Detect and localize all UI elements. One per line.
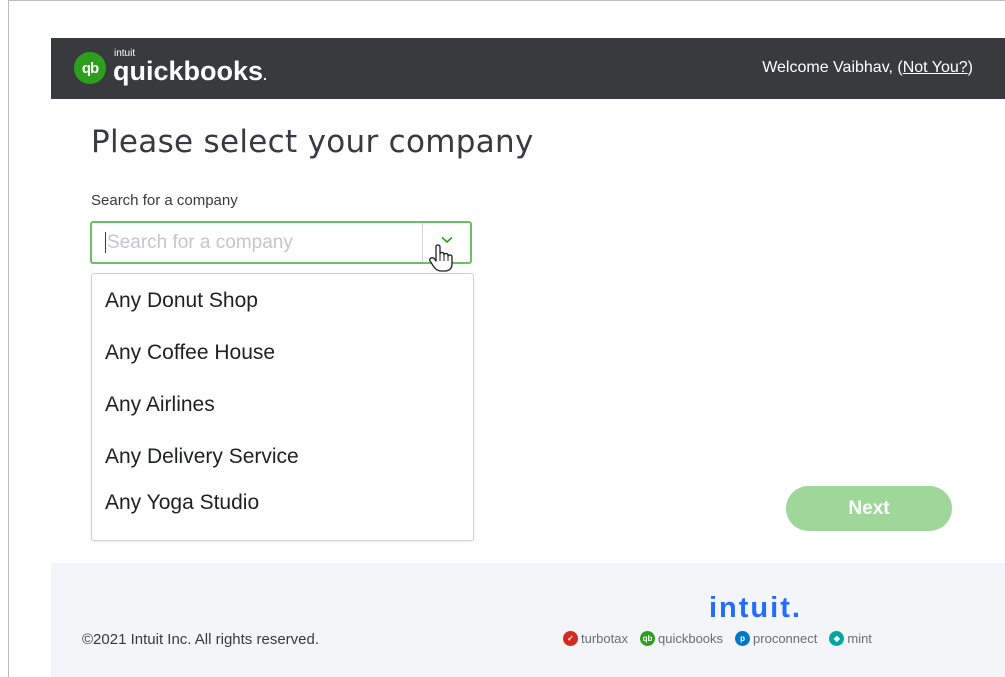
- brand-proconnect: p proconnect: [735, 631, 817, 646]
- company-option[interactable]: Any Coffee House: [105, 341, 275, 365]
- welcome-message: Welcome Vaibhav, (Not You?): [762, 59, 973, 76]
- company-option[interactable]: Any Donut Shop: [105, 289, 258, 313]
- brand-mint: ◆ mint: [829, 631, 872, 646]
- mint-leaf-icon: ◆: [829, 631, 845, 646]
- footer: [51, 563, 1005, 677]
- brand-name: quickbooks.: [113, 56, 267, 86]
- brand-quickbooks: qb quickbooks: [639, 631, 723, 646]
- not-you-link[interactable]: Not You?: [903, 59, 968, 76]
- brand-turbotax: ✓ turbotax: [563, 631, 628, 646]
- turbotax-check-icon: ✓: [563, 631, 578, 646]
- header-bar: qb intuit quickbooks. Welcome Vaibhav, (…: [51, 38, 1005, 99]
- hand-pointer-cursor-icon: [429, 244, 453, 272]
- copyright-text: ©2021 Intuit Inc. All rights reserved.: [82, 631, 320, 648]
- window-border-left: [8, 0, 9, 677]
- company-search-combobox[interactable]: [90, 221, 472, 264]
- window-border-top: [8, 0, 1005, 1]
- quickbooks-logo-icon: qb: [74, 52, 106, 84]
- quickbooks-icon: qb: [639, 631, 655, 646]
- company-option[interactable]: Any Delivery Service: [105, 445, 299, 469]
- company-search-input[interactable]: [104, 223, 417, 262]
- company-option[interactable]: Any Airlines: [105, 393, 215, 417]
- search-label: Search for a company: [91, 192, 238, 209]
- brand-family-list: ✓ turbotax qb quickbooks p proconnect ◆ …: [563, 631, 872, 646]
- text-caret: [105, 232, 106, 253]
- page-title: Please select your company: [91, 124, 534, 160]
- next-button[interactable]: Next: [786, 486, 952, 531]
- company-option[interactable]: Any Yoga Studio: [105, 491, 259, 515]
- company-dropdown-list: Any Donut Shop Any Coffee House Any Airl…: [91, 273, 474, 541]
- proconnect-icon: p: [735, 631, 751, 646]
- intuit-logo: intuit.: [709, 592, 802, 624]
